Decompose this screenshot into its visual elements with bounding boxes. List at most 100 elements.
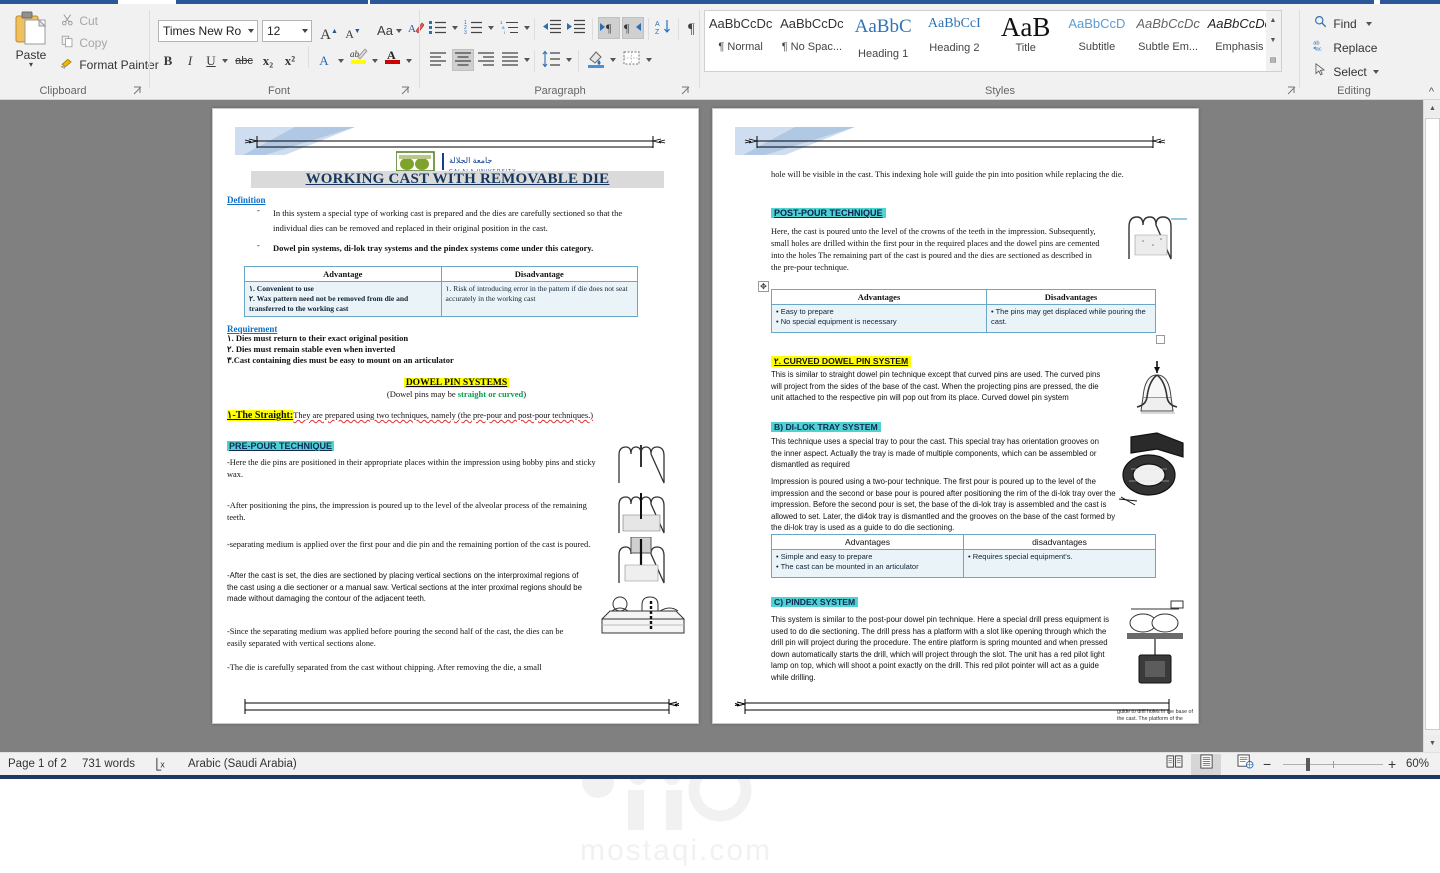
- chevron-down-icon[interactable]: [566, 58, 572, 62]
- collapse-ribbon-button[interactable]: ^: [1429, 86, 1434, 98]
- underline-dropdown-icon[interactable]: [222, 59, 228, 63]
- styles-group-label: Styles: [985, 85, 1015, 97]
- chevron-down-icon[interactable]: [406, 59, 412, 63]
- page-indicator[interactable]: Page 1 of 2: [8, 753, 67, 776]
- sort-button[interactable]: AZ: [654, 18, 676, 40]
- font-color-button[interactable]: A: [382, 46, 404, 68]
- chevron-down-icon[interactable]: [1366, 22, 1373, 26]
- rtl-direction-button[interactable]: ¶: [622, 17, 644, 39]
- pindex-heading: C) PINDEX SYSTEM: [771, 597, 859, 607]
- chevron-down-icon[interactable]: [338, 59, 344, 63]
- styles-more-button[interactable]: ▤: [1266, 51, 1280, 71]
- select-label: Select: [1333, 65, 1367, 79]
- grow-font-button[interactable]: A▲: [318, 20, 340, 43]
- decrease-indent-button[interactable]: [542, 18, 564, 40]
- text-effects-button[interactable]: A: [314, 50, 334, 72]
- cursor-icon: [1310, 60, 1330, 84]
- proofing-status-icon[interactable]: x: [155, 753, 171, 776]
- format-painter-button[interactable]: Format Painter: [58, 54, 159, 76]
- justify-button[interactable]: [500, 50, 522, 72]
- scrollbar-thumb[interactable]: [1425, 118, 1440, 730]
- copy-button[interactable]: Copy: [58, 32, 107, 54]
- ltr-direction-button[interactable]: ¶: [598, 17, 620, 39]
- style-title[interactable]: AaB Title: [990, 11, 1061, 71]
- read-mode-button[interactable]: [1159, 754, 1189, 775]
- select-button[interactable]: Select: [1310, 60, 1380, 84]
- cut-label: Cut: [79, 14, 99, 28]
- style-name: Title: [1015, 42, 1036, 54]
- chevron-down-icon[interactable]: [524, 26, 530, 30]
- subscript-button[interactable]: x₂: [258, 50, 278, 72]
- change-case-button[interactable]: Aa: [372, 20, 402, 42]
- print-layout-button[interactable]: [1191, 754, 1221, 775]
- font-dialog-launcher[interactable]: [401, 86, 412, 97]
- language-indicator[interactable]: Arabic (Saudi Arabia): [188, 753, 297, 776]
- style-heading-1[interactable]: AaBbC Heading 1: [848, 11, 919, 71]
- paragraph-dialog-launcher[interactable]: [681, 86, 692, 97]
- style-heading-2[interactable]: AaBbCcI Heading 2: [919, 11, 990, 71]
- numbered-list-button[interactable]: 123: [464, 18, 486, 40]
- dowel-sub-pre: (Dowel pins may be: [386, 389, 458, 399]
- chevron-down-icon[interactable]: [372, 59, 378, 63]
- figure-sectioned-cast: [601, 596, 685, 634]
- multilevel-list-button[interactable]: 1ai: [500, 18, 522, 40]
- align-right-button[interactable]: [476, 50, 498, 72]
- bullet-list-button[interactable]: [428, 18, 450, 40]
- shrink-font-button[interactable]: A▼: [342, 20, 364, 42]
- align-left-button[interactable]: [428, 50, 450, 72]
- font-name-combobox[interactable]: Times New Ro: [158, 20, 258, 42]
- figure-curved-dowel-pins: [1136, 361, 1178, 414]
- cut-button[interactable]: Cut: [58, 10, 98, 32]
- table-header-disadvantage: Disadvantage: [440, 266, 638, 282]
- highlight-color-button[interactable]: ab: [348, 46, 370, 68]
- scroll-down-button[interactable]: ▼: [1424, 735, 1440, 752]
- zoom-slider-tick: [1333, 761, 1334, 768]
- svg-text:i: i: [504, 30, 505, 35]
- align-center-button[interactable]: [452, 49, 474, 71]
- borders-button[interactable]: [622, 49, 644, 71]
- styles-scroll-down-button[interactable]: ▼: [1266, 31, 1280, 51]
- style-no-spacing[interactable]: AaBbCcDc ¶ No Spac...: [776, 11, 847, 71]
- paste-dropdown-arrow[interactable]: ▾: [8, 61, 54, 69]
- chevron-down-icon[interactable]: [1373, 70, 1380, 74]
- italic-button[interactable]: I: [180, 50, 200, 72]
- table-resize-handle[interactable]: [1156, 335, 1165, 344]
- underline-button[interactable]: U: [202, 50, 220, 72]
- zoom-level[interactable]: 60%: [1406, 753, 1429, 776]
- superscript-button[interactable]: x²: [280, 50, 300, 72]
- zoom-out-button[interactable]: −: [1263, 753, 1271, 776]
- style-normal[interactable]: AaBbCcDc ¶ Normal: [705, 11, 776, 71]
- style-emphasis[interactable]: AaBbCcDc Emphasis: [1204, 11, 1275, 71]
- table-cell-advantage: ١. Convenient to use ٢. Wax pattern need…: [244, 281, 442, 317]
- scroll-up-button[interactable]: ▲: [1424, 100, 1440, 117]
- styles-scroll-up-button[interactable]: ▲: [1266, 11, 1280, 31]
- page-2[interactable]: hole will be visible in the cast. This i…: [712, 108, 1199, 724]
- definition-heading: Definition: [227, 195, 266, 205]
- line-spacing-button[interactable]: [542, 50, 564, 72]
- ribbon-group-clipboard: Paste ▾ Cut Copy Format Painter Clipboar…: [0, 4, 159, 100]
- find-button[interactable]: Find: [1310, 12, 1373, 36]
- shading-button[interactable]: [586, 49, 608, 71]
- increase-indent-button[interactable]: [566, 18, 588, 40]
- bold-button[interactable]: B: [158, 50, 178, 72]
- word-count[interactable]: 731 words: [82, 753, 135, 776]
- paste-button[interactable]: Paste ▾: [8, 8, 54, 78]
- chevron-down-icon[interactable]: [488, 26, 494, 30]
- chevron-down-icon[interactable]: [452, 26, 458, 30]
- style-subtle-emphasis[interactable]: AaBbCcDc Subtle Em...: [1133, 11, 1204, 71]
- font-size-combobox[interactable]: 12: [262, 20, 312, 42]
- chevron-down-icon[interactable]: [610, 58, 616, 62]
- chevron-down-icon[interactable]: [646, 58, 652, 62]
- vertical-scrollbar[interactable]: ▲ ▼: [1423, 100, 1440, 752]
- clipboard-dialog-launcher[interactable]: [133, 86, 144, 97]
- web-layout-button[interactable]: [1230, 754, 1260, 775]
- chevron-down-icon[interactable]: [524, 58, 530, 62]
- zoom-slider-thumb[interactable]: [1306, 758, 1310, 771]
- zoom-in-button[interactable]: +: [1388, 753, 1396, 776]
- table-move-handle[interactable]: ✥: [758, 281, 769, 292]
- replace-button[interactable]: ab ac Replace: [1310, 36, 1377, 60]
- page-1[interactable]: جامعة الجلالة GALALA UNIVERSITY WORKING …: [212, 108, 699, 724]
- document-canvas[interactable]: جامعة الجلالة GALALA UNIVERSITY WORKING …: [0, 100, 1440, 867]
- style-subtitle[interactable]: AaBbCcD Subtitle: [1061, 11, 1132, 71]
- strikethrough-button[interactable]: abc: [232, 50, 256, 72]
